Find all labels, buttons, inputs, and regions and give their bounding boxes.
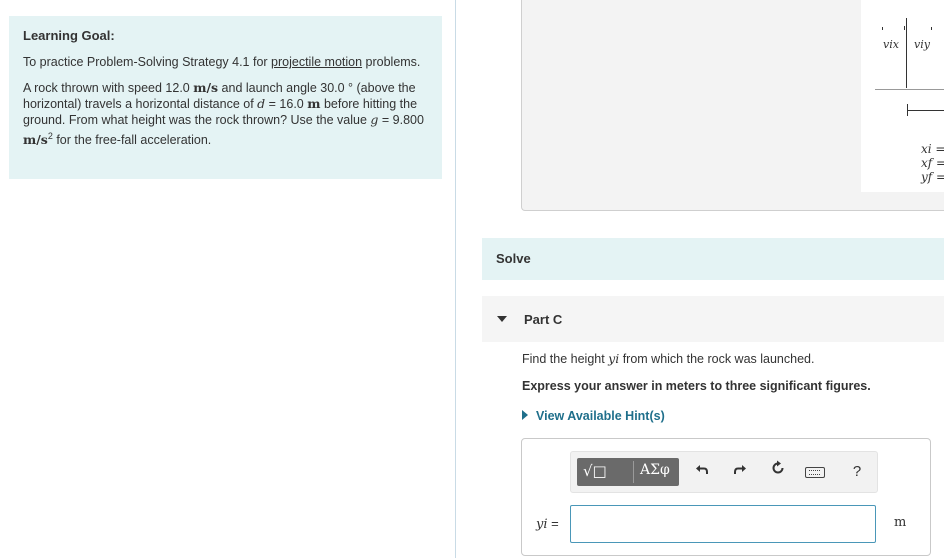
- part-question: Find the height yi from which the rock w…: [522, 351, 815, 366]
- greek-symbols-button[interactable]: ΑΣφ: [640, 462, 670, 482]
- templates-button-group[interactable]: √□ ΑΣφ: [577, 458, 679, 486]
- known-quantities-figure: vix viy xi = xf = yf =: [861, 0, 944, 192]
- templates-icon[interactable]: √□: [583, 462, 607, 482]
- yf-label: yf =: [921, 170, 944, 184]
- collapse-caret-icon[interactable]: [497, 316, 507, 322]
- distance-arrow: [907, 110, 944, 111]
- problem-statement: A rock thrown with speed 12.0 m/s and la…: [23, 80, 424, 148]
- vix-header: vix: [883, 38, 899, 51]
- viy-header: viy: [914, 38, 930, 51]
- solve-label: Solve: [496, 251, 531, 266]
- solve-section-header: Solve: [482, 238, 944, 280]
- table-divider: [906, 18, 907, 88]
- undo-icon[interactable]: [691, 460, 713, 484]
- figure-panel: vix viy xi = xf = yf =: [521, 0, 944, 211]
- projectile-motion-link[interactable]: projectile motion: [271, 55, 362, 69]
- xi-label: xi =: [921, 142, 944, 156]
- expand-caret-icon: [522, 410, 528, 420]
- column-divider: [455, 0, 456, 558]
- view-hints-link[interactable]: View Available Hint(s): [522, 409, 665, 423]
- redo-icon[interactable]: [729, 460, 751, 484]
- learning-goal-title: Learning Goal:: [23, 28, 115, 43]
- answer-unit: m: [894, 515, 907, 530]
- answer-label: yi =: [536, 516, 559, 532]
- math-toolbar: √□ ΑΣφ ?: [570, 451, 878, 493]
- part-c-header[interactable]: Part C: [482, 296, 944, 342]
- xf-label: xf =: [921, 156, 944, 170]
- answer-input[interactable]: [570, 505, 876, 543]
- part-label: Part C: [524, 312, 563, 327]
- help-button[interactable]: ?: [849, 460, 865, 484]
- keyboard-icon[interactable]: [805, 467, 825, 478]
- learning-goal-panel: Learning Goal: To practice Problem-Solvi…: [9, 16, 442, 179]
- answer-panel: √□ ΑΣφ ? yi = m: [521, 438, 931, 556]
- answer-instruction: Express your answer in meters to three s…: [522, 379, 871, 393]
- learning-goal-intro: To practice Problem-Solving Strategy 4.1…: [23, 55, 421, 69]
- reset-icon[interactable]: [767, 460, 789, 484]
